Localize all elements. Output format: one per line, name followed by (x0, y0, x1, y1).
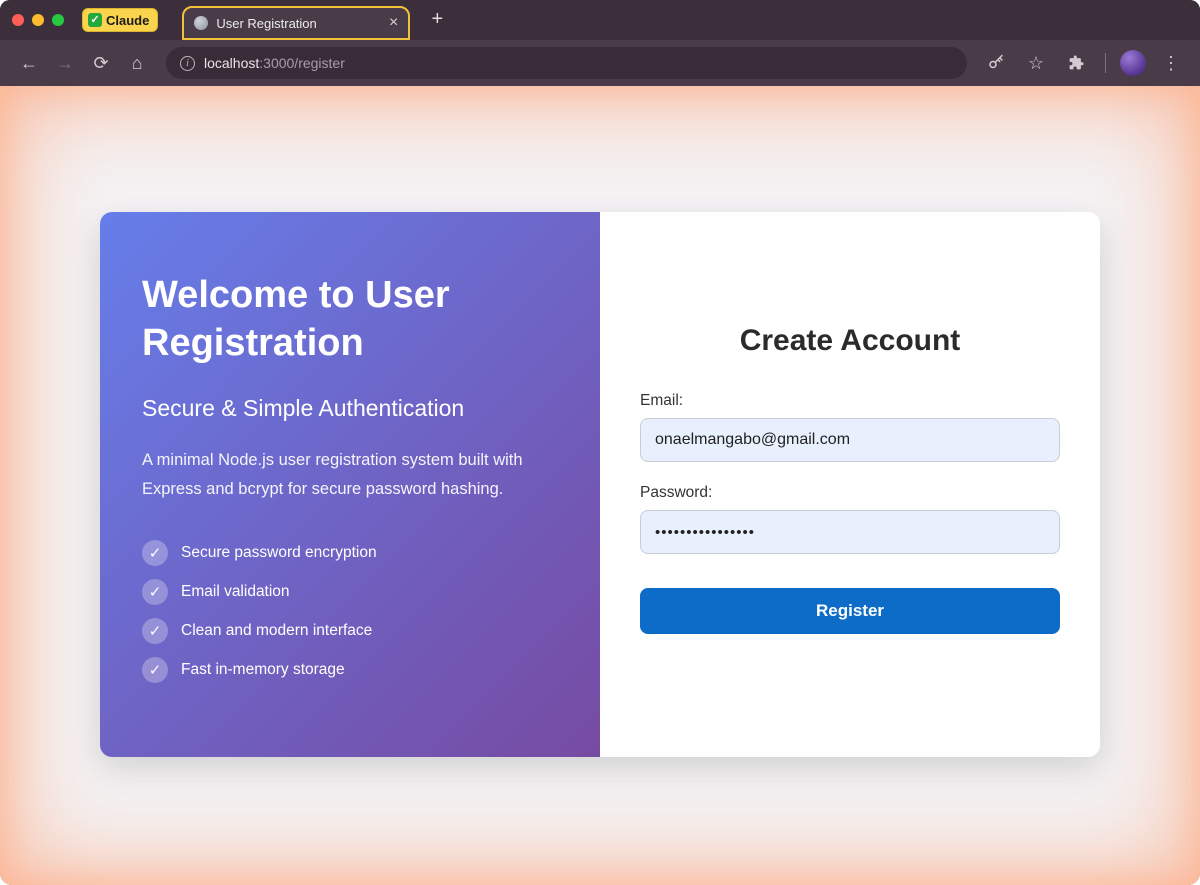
reload-icon: ⟳ (93, 53, 108, 74)
list-item: ✓ Clean and modern interface (142, 618, 560, 644)
page-viewport: Welcome to User Registration Secure & Si… (0, 86, 1200, 885)
feature-label: Fast in-memory storage (181, 661, 345, 679)
bookmark-button[interactable]: ☆ (1021, 48, 1051, 78)
forward-button[interactable]: → (50, 48, 80, 78)
address-bar[interactable]: i localhost:3000/register (166, 47, 967, 79)
home-button[interactable]: ⌂ (122, 48, 152, 78)
url-path: :3000/register (259, 55, 345, 71)
checkmark-icon: ✓ (142, 657, 168, 683)
url-text: localhost:3000/register (204, 55, 345, 71)
claude-check-icon: ✓ (88, 13, 102, 27)
key-icon (987, 54, 1005, 72)
new-tab-button[interactable]: + (424, 7, 450, 33)
reload-button[interactable]: ⟳ (86, 48, 116, 78)
claude-extension-badge[interactable]: ✓ Claude (82, 8, 158, 32)
feature-label: Clean and modern interface (181, 622, 372, 640)
profile-avatar[interactable] (1120, 50, 1146, 76)
toolbar-divider (1105, 53, 1106, 73)
password-field[interactable] (640, 510, 1060, 554)
registration-card: Welcome to User Registration Secure & Si… (100, 212, 1100, 757)
welcome-panel: Welcome to User Registration Secure & Si… (100, 212, 600, 757)
home-icon: ⌂ (132, 53, 143, 74)
tab-title: User Registration (216, 16, 381, 31)
site-info-icon[interactable]: i (180, 56, 195, 71)
welcome-title: Welcome to User Registration (142, 272, 502, 367)
tab-favicon-icon (194, 16, 208, 30)
back-arrow-icon: ← (20, 53, 38, 74)
checkmark-icon: ✓ (142, 579, 168, 605)
forward-arrow-icon: → (56, 53, 74, 74)
feature-label: Secure password encryption (181, 544, 377, 562)
checkmark-icon: ✓ (142, 618, 168, 644)
list-item: ✓ Fast in-memory storage (142, 657, 560, 683)
register-button[interactable]: Register (640, 588, 1060, 634)
form-heading: Create Account (640, 324, 1060, 358)
kebab-menu-icon: ⋮ (1162, 53, 1180, 74)
minimize-window-button[interactable] (32, 14, 44, 26)
claude-badge-label: Claude (106, 13, 149, 28)
zoom-window-button[interactable] (52, 14, 64, 26)
browser-menu-button[interactable]: ⋮ (1156, 48, 1186, 78)
url-host: localhost (204, 55, 259, 71)
traffic-lights (12, 14, 64, 26)
puzzle-icon (1067, 54, 1085, 72)
feature-label: Email validation (181, 583, 290, 601)
extensions-button[interactable] (1061, 48, 1091, 78)
create-account-panel: Create Account Email: Password: Register (600, 212, 1100, 757)
back-button[interactable]: ← (14, 48, 44, 78)
list-item: ✓ Secure password encryption (142, 540, 560, 566)
toolbar-right-icons: ☆ ⋮ (981, 48, 1186, 78)
password-label: Password: (640, 484, 1060, 502)
welcome-subtitle: Secure & Simple Authentication (142, 395, 560, 422)
welcome-description: A minimal Node.js user registration syst… (142, 446, 560, 504)
passkey-button[interactable] (981, 48, 1011, 78)
email-label: Email: (640, 392, 1060, 410)
close-window-button[interactable] (12, 14, 24, 26)
browser-window: ✓ Claude User Registration × + ← → ⟳ ⌂ i… (0, 0, 1200, 885)
tab-strip: ✓ Claude User Registration × + (0, 0, 1200, 40)
list-item: ✓ Email validation (142, 579, 560, 605)
email-field[interactable] (640, 418, 1060, 462)
checkmark-icon: ✓ (142, 540, 168, 566)
tab-close-icon[interactable]: × (389, 15, 398, 31)
browser-toolbar: ← → ⟳ ⌂ i localhost:3000/register ☆ (0, 40, 1200, 86)
tab-user-registration[interactable]: User Registration × (182, 6, 410, 40)
star-icon: ☆ (1028, 53, 1044, 74)
